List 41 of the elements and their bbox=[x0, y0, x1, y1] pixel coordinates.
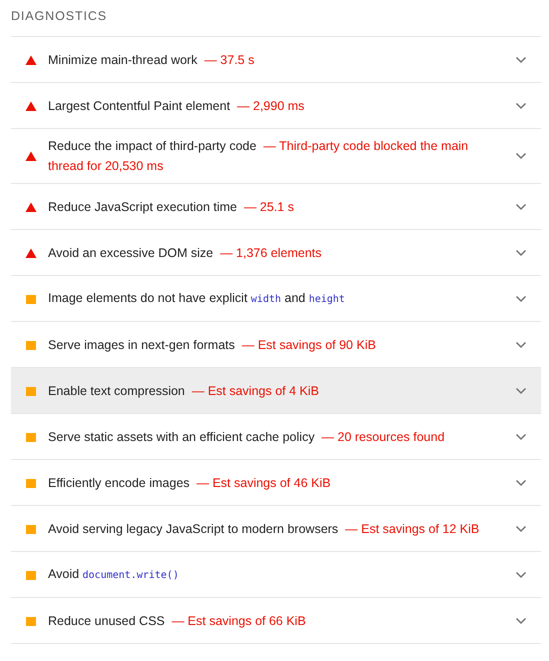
chevron-down-icon[interactable] bbox=[515, 570, 527, 578]
chevron-down-icon[interactable] bbox=[515, 56, 527, 64]
chevron-down-icon[interactable] bbox=[515, 432, 527, 440]
square-icon bbox=[25, 338, 37, 350]
chevron-down-icon[interactable] bbox=[515, 478, 527, 486]
section-title: DIAGNOSTICS bbox=[11, 8, 108, 25]
audit-title: Avoid an excessive DOM size — 1,376 elements bbox=[48, 244, 323, 262]
audit-title: Largest Contentful Paint element — 2,990 ms bbox=[48, 98, 306, 115]
chevron-down-icon[interactable] bbox=[515, 340, 527, 348]
audit-title: Image elements do not have explicit width and height bbox=[48, 290, 346, 307]
square-icon bbox=[25, 568, 37, 580]
audit-title: Efficiently encode images — Est savings of 46 KiB bbox=[48, 474, 332, 492]
triangle-icon bbox=[25, 246, 37, 258]
triangle-icon bbox=[25, 200, 37, 212]
audit-title: Avoid document.write() bbox=[48, 566, 180, 582]
audit-title: Reduce JavaScript execution time — 25.1 s bbox=[48, 198, 295, 216]
audit-title: Reduce the impact of third-party code — Third-party code blocked the main thread for 20,530 ms bbox=[48, 138, 470, 175]
chevron-down-icon[interactable] bbox=[515, 202, 527, 210]
chevron-down-icon[interactable] bbox=[515, 386, 527, 394]
chevron-down-icon[interactable] bbox=[515, 524, 527, 532]
chevron-down-icon[interactable] bbox=[515, 248, 527, 256]
audit-title: Serve static assets with an efficient cache policy — 20 resources found bbox=[48, 428, 446, 446]
audit-title: Serve images in next-gen formats — Est savings of 90 KiB bbox=[48, 336, 377, 354]
chevron-down-icon[interactable] bbox=[515, 102, 527, 110]
audit-title: Enable text compression — Est savings of 4 KiB bbox=[48, 382, 320, 400]
square-icon bbox=[25, 614, 37, 626]
audit-title: Minimize main-thread work — 37.5 s bbox=[48, 52, 256, 68]
triangle-icon bbox=[25, 150, 37, 162]
audit-row[interactable]: Enable text compression — Est savings of 4 KiB bbox=[11, 368, 541, 414]
square-icon bbox=[25, 292, 37, 304]
chevron-down-icon[interactable] bbox=[515, 294, 527, 302]
audit-title: Reduce unused CSS — Est savings of 66 KiB bbox=[48, 612, 307, 630]
square-icon bbox=[25, 522, 37, 534]
chevron-down-icon[interactable] bbox=[515, 152, 527, 160]
square-icon bbox=[25, 384, 37, 396]
audit-title: Avoid serving legacy JavaScript to modern browsers — Est savings of 12 KiB bbox=[48, 520, 480, 538]
triangle-icon bbox=[25, 54, 37, 66]
square-icon bbox=[25, 476, 37, 488]
triangle-icon bbox=[25, 100, 37, 112]
square-icon bbox=[25, 430, 37, 442]
chevron-down-icon[interactable] bbox=[515, 616, 527, 624]
